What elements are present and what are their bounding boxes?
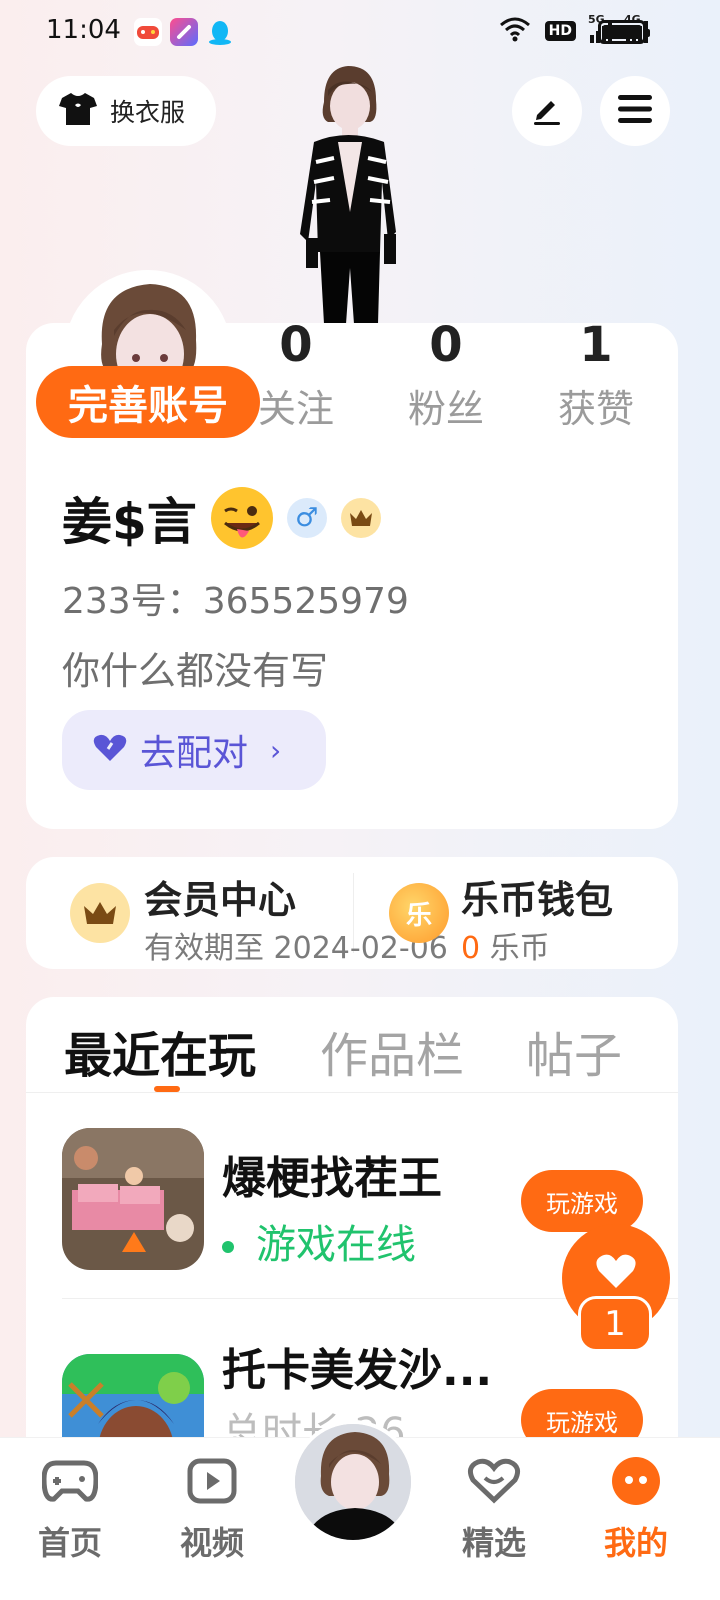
- online-dot-icon: [222, 1241, 234, 1253]
- stat-following[interactable]: 0 关注: [226, 316, 366, 433]
- tab-works[interactable]: 作品栏: [320, 1016, 464, 1086]
- coin-icon: 乐: [389, 883, 449, 943]
- coin-wallet-title: 乐币钱包: [461, 878, 614, 922]
- following-label: 关注: [257, 387, 334, 431]
- match-button[interactable]: 去配对 ›: [62, 710, 326, 790]
- heart-outline-icon: [465, 1452, 523, 1510]
- coin-amount: 0: [461, 931, 481, 966]
- winking-tongue-emoji-icon: [210, 487, 273, 549]
- match-label: 去配对: [140, 733, 249, 774]
- heart-icon: [92, 733, 128, 767]
- following-count: 0: [279, 317, 313, 373]
- nav-home-label: 首页: [37, 1524, 102, 1562]
- nav-video[interactable]: 视频: [162, 1452, 262, 1564]
- vip-center-title: 会员中心: [144, 878, 297, 922]
- game-title[interactable]: 托卡美发沙...: [222, 1334, 492, 1398]
- tshirt-icon: [58, 91, 98, 131]
- coin-unit: 乐币: [489, 931, 550, 966]
- male-gender-icon: ♂: [286, 498, 327, 538]
- hd-voice-badge: HD: [544, 21, 576, 41]
- nickname: 姜$言: [62, 493, 197, 551]
- nav-featured[interactable]: 精选: [444, 1452, 544, 1564]
- heart-icon: [595, 1252, 637, 1294]
- nav-mine[interactable]: 我的: [586, 1452, 686, 1564]
- status-bar: 11:04 HD 5G 4G: [0, 0, 720, 64]
- hamburger-menu-icon: [618, 94, 652, 128]
- edit-profile-button[interactable]: [512, 76, 582, 146]
- like-count-badge: 1: [578, 1296, 652, 1352]
- coin-wallet-entry[interactable]: 乐 乐币钱包 0 乐币: [353, 857, 678, 969]
- game-icon-find-difference[interactable]: [62, 1128, 204, 1270]
- nickname-row: 姜$言 ♂: [62, 482, 381, 554]
- stat-likes[interactable]: 1 获赞: [526, 316, 666, 433]
- change-outfit-label: 换衣服: [110, 98, 186, 127]
- nav-mine-label: 我的: [603, 1524, 668, 1562]
- tabs-divider: [26, 1092, 678, 1093]
- likes-count: 1: [579, 317, 613, 373]
- nav-home[interactable]: 首页: [20, 1452, 120, 1564]
- battery-icon: [598, 20, 650, 44]
- chevron-right-icon: ›: [270, 733, 282, 767]
- followers-label: 粉丝: [407, 387, 484, 431]
- nav-avatar-center[interactable]: [291, 1420, 415, 1544]
- nav-video-label: 视频: [179, 1524, 244, 1562]
- bio-text: 你什么都没有写: [62, 649, 329, 693]
- tab-posts[interactable]: 帖子: [526, 1016, 622, 1086]
- game-app-notification-icon: [134, 18, 162, 46]
- crown-icon: [70, 883, 130, 943]
- coin-balance: 0 乐币: [461, 923, 550, 967]
- pen-icon: [529, 91, 565, 131]
- avatar-3d-figure[interactable]: [284, 62, 414, 326]
- crown-badge-icon: [340, 498, 381, 538]
- wifi-icon: [499, 16, 531, 46]
- qq-notification-icon: [206, 18, 234, 46]
- stat-followers[interactable]: 0 粉丝: [376, 316, 516, 433]
- change-outfit-button[interactable]: 换衣服: [36, 76, 216, 146]
- menu-button[interactable]: [600, 76, 670, 146]
- tab-recently-played[interactable]: 最近在玩: [64, 1016, 256, 1086]
- likes-label: 获赞: [557, 387, 634, 431]
- video-play-icon: [183, 1452, 241, 1510]
- game-title[interactable]: 爆梗找茬王: [222, 1142, 442, 1206]
- vip-center-entry[interactable]: 会员中心 有效期至 2024-02-06: [26, 857, 448, 969]
- status-time: 11:04: [46, 15, 121, 45]
- play-game-button[interactable]: 玩游戏: [521, 1170, 643, 1232]
- shortcut-app-notification-icon: [170, 18, 198, 46]
- game-online-status: 游戏在线: [222, 1212, 416, 1270]
- nav-featured-label: 精选: [461, 1524, 526, 1562]
- account-id: 233号：365525979: [62, 581, 409, 622]
- profile-dots-icon: [607, 1452, 665, 1510]
- followers-count: 0: [429, 317, 463, 373]
- gamepad-icon: [41, 1452, 99, 1510]
